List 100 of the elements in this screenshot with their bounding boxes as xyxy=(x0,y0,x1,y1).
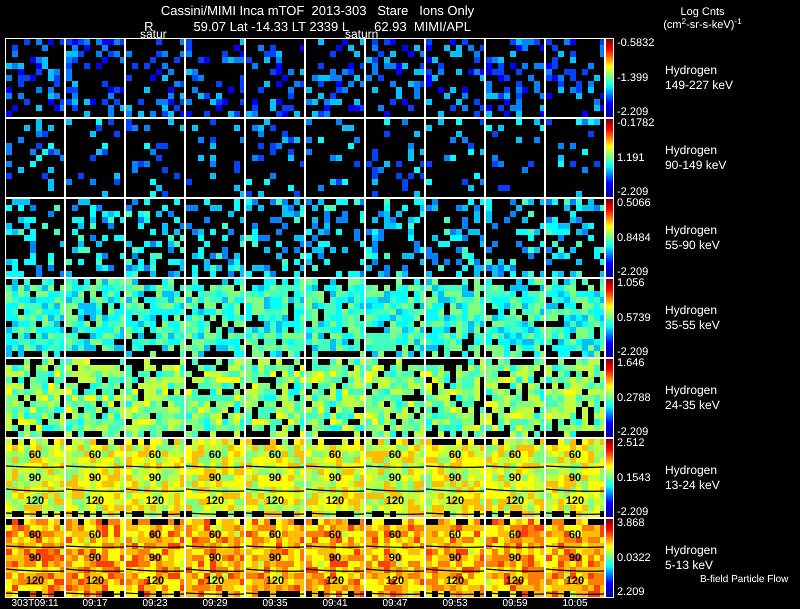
contour-label: 120 xyxy=(26,576,44,587)
colorbar-max: 0.5066 xyxy=(617,198,651,209)
time-label: 303T09:11 xyxy=(11,598,59,609)
species-label: Hydrogen xyxy=(665,143,718,158)
species-label: Hydrogen xyxy=(665,383,718,398)
contour-label: 60 xyxy=(388,450,402,461)
colorbar-min: 2.209 xyxy=(617,587,645,598)
time-label: 10:05 xyxy=(562,598,588,609)
contour-label: 120 xyxy=(386,496,404,507)
colorbar-max: 2.512 xyxy=(617,438,645,449)
contour-label: 60 xyxy=(208,530,222,541)
time-label: 09:47 xyxy=(382,598,408,609)
colorbar-min: -2.209 xyxy=(617,107,648,118)
colorbar-min: -2.209 xyxy=(617,267,648,278)
species-label: Hydrogen xyxy=(665,543,718,558)
contour-label: 120 xyxy=(326,496,344,507)
colorbar-min: -2.209 xyxy=(617,187,648,198)
time-label: 09:53 xyxy=(442,598,468,609)
contour-label: 90 xyxy=(88,553,102,564)
species-label: Hydrogen xyxy=(665,63,718,78)
energy-label: 149-227 keV xyxy=(665,78,734,93)
contour-label: 120 xyxy=(566,576,584,587)
time-label: 09:23 xyxy=(142,598,168,609)
contour-label: 120 xyxy=(506,496,524,507)
contour-label: 120 xyxy=(446,576,464,587)
colorbar-mid: -1.399 xyxy=(617,72,648,84)
contour-label: 90 xyxy=(88,473,102,484)
contour-label: 120 xyxy=(86,496,104,507)
contour-label: 120 xyxy=(266,496,284,507)
contour-label: 90 xyxy=(388,553,402,564)
colorbar-max: 3.868 xyxy=(617,518,645,529)
contour-label: 90 xyxy=(388,473,402,484)
contour-label: 90 xyxy=(448,553,462,564)
contour-label: 60 xyxy=(508,530,522,541)
colorbar-max: -0.1782 xyxy=(617,118,654,129)
time-label: 09:29 xyxy=(202,598,228,609)
contour-label: 120 xyxy=(206,496,224,507)
contour-label: 60 xyxy=(28,530,42,541)
unit-name: Log Cnts xyxy=(680,6,725,18)
contour-label: 90 xyxy=(148,473,162,484)
contour-label: 90 xyxy=(268,473,282,484)
contour-label: 90 xyxy=(28,473,42,484)
contour-label: 60 xyxy=(148,530,162,541)
contour-label: 120 xyxy=(26,496,44,507)
colorbar-mid: 0.5739 xyxy=(617,312,651,324)
colorbar-max: 1.056 xyxy=(617,278,645,289)
colorbar-min: -2.209 xyxy=(617,427,648,438)
contour-label: 120 xyxy=(206,576,224,587)
colorbar-min: -2.209 xyxy=(617,507,648,518)
contour-label: 90 xyxy=(328,553,342,564)
contour-label: 60 xyxy=(388,530,402,541)
contour-label: 120 xyxy=(146,496,164,507)
contour-label: 60 xyxy=(568,450,582,461)
contour-label: 90 xyxy=(508,473,522,484)
contour-label: 120 xyxy=(326,576,344,587)
contour-label: 60 xyxy=(88,530,102,541)
contour-label: 90 xyxy=(28,553,42,564)
colorbar-max: 1.646 xyxy=(617,358,645,369)
contour-label: 120 xyxy=(266,576,284,587)
colorbar-mid: 0.8484 xyxy=(617,232,651,244)
contour-label: 60 xyxy=(508,450,522,461)
colorbar-mid: 0.2788 xyxy=(617,392,651,404)
contour-label: 60 xyxy=(208,450,222,461)
energy-label: 90-149 keV xyxy=(665,158,726,173)
species-label: Hydrogen xyxy=(665,303,718,318)
species-label: Hydrogen xyxy=(665,223,718,238)
colorbar-mid: 0.1543 xyxy=(617,472,651,484)
contour-label: 90 xyxy=(568,473,582,484)
plot-title: Cassini/MIMI Inca mTOF 2013-303 Stare Ions Only xyxy=(160,3,474,19)
contour-label: 90 xyxy=(508,553,522,564)
energy-label: 35-55 keV xyxy=(665,318,720,333)
contour-label: 120 xyxy=(146,576,164,587)
contour-label: 60 xyxy=(448,530,462,541)
contour-label: 60 xyxy=(448,450,462,461)
contour-label: 90 xyxy=(208,473,222,484)
contour-label: 60 xyxy=(88,450,102,461)
colorbar-mid: 0.0322 xyxy=(617,552,651,564)
contour-label: 60 xyxy=(148,450,162,461)
unit-text: (cm$^{2}$-sr-s-keV)$^{-1}$ xyxy=(663,19,742,32)
footnote: B-field Particle Flow xyxy=(700,573,788,587)
colorbar-max: -0.5832 xyxy=(617,38,654,49)
contour-label: 60 xyxy=(268,450,282,461)
contour-label: 90 xyxy=(208,553,222,564)
energy-label: 5-13 keV xyxy=(665,558,714,573)
time-label: 09:35 xyxy=(262,598,288,609)
colorbar-mid: 1.191 xyxy=(617,152,645,164)
contour-label: 60 xyxy=(268,530,282,541)
species-label: Hydrogen xyxy=(665,463,718,478)
contour-label: 90 xyxy=(148,553,162,564)
contour-label: 60 xyxy=(328,450,342,461)
contour-label: 60 xyxy=(328,530,342,541)
time-label: 09:41 xyxy=(322,598,348,609)
colorbar-min: -2.209 xyxy=(617,347,648,358)
contour-label: 120 xyxy=(446,496,464,507)
time-label: 09:17 xyxy=(82,598,108,609)
contour-label: 90 xyxy=(268,553,282,564)
contour-label: 90 xyxy=(568,553,582,564)
energy-label: 13-24 keV xyxy=(665,478,720,493)
energy-label: 24-35 keV xyxy=(665,398,720,413)
time-label: 09:59 xyxy=(502,598,528,609)
